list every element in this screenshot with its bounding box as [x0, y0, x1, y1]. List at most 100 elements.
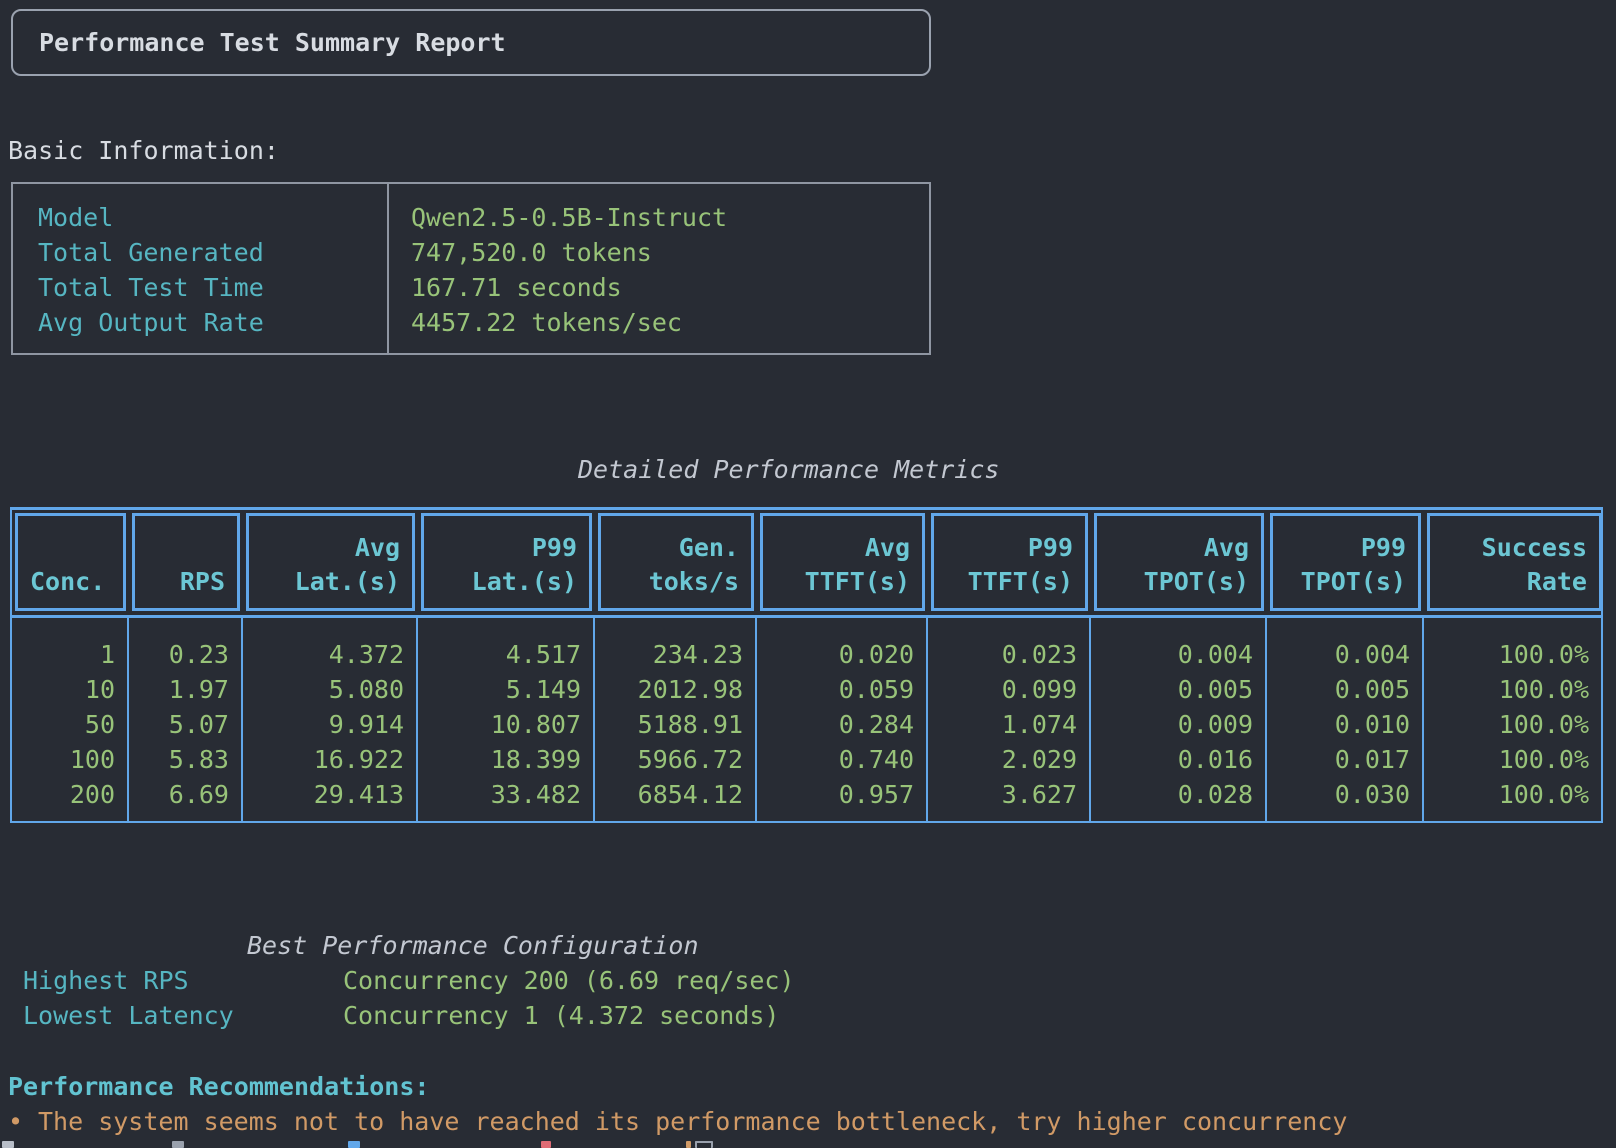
metrics-cell: 0.030 — [1267, 777, 1410, 812]
recommendation-text: The system seems not to have reached its… — [38, 1107, 1347, 1136]
metrics-cell: 100.0% — [1424, 672, 1589, 707]
metrics-cell: 0.010 — [1267, 707, 1410, 742]
recommendation-item: •The system seems not to have reached it… — [8, 1104, 1347, 1139]
metrics-cell: 16.922 — [243, 742, 404, 777]
metrics-column: 0.0040.0050.0090.0160.028 — [1091, 618, 1267, 821]
best-config-row: Lowest LatencyConcurrency 1 (4.372 secon… — [8, 998, 795, 1033]
metrics-column-header: RPS — [132, 513, 240, 611]
metrics-column: 0.0040.0050.0100.0170.030 — [1267, 618, 1424, 821]
metrics-header-label: Rate — [1527, 565, 1587, 599]
metrics-column-header: Conc. — [15, 513, 126, 611]
metrics-cell: 0.23 — [129, 637, 229, 672]
recommendations-heading: Performance Recommendations: — [8, 1069, 429, 1104]
basic-info-value: 167.71 seconds — [411, 270, 929, 305]
metrics-column-header: SuccessRate — [1427, 513, 1602, 611]
metrics-cell: 100.0% — [1424, 742, 1589, 777]
clipped-glyph-top — [686, 1141, 691, 1148]
best-config-label: Highest RPS — [8, 963, 343, 998]
basic-info-label: Total Test Time — [38, 270, 387, 305]
best-config-row: Highest RPSConcurrency 200 (6.69 req/sec… — [8, 963, 795, 998]
metrics-cell: 0.009 — [1091, 707, 1253, 742]
metrics-column: 234.232012.985188.915966.726854.12 — [595, 618, 757, 821]
metrics-header-label: Avg — [865, 531, 910, 565]
metrics-header-label: P99 — [1361, 531, 1406, 565]
metrics-cell: 5966.72 — [595, 742, 743, 777]
metrics-table: Conc.RPSAvgLat.(s)P99Lat.(s)Gen.toks/sAv… — [10, 507, 1603, 823]
basic-info-label: Total Generated — [38, 235, 387, 270]
metrics-header-label: Lat.(s) — [295, 565, 400, 599]
metrics-cell: 33.482 — [418, 777, 581, 812]
metrics-cell: 0.017 — [1267, 742, 1410, 777]
basic-info-value-column: Qwen2.5-0.5B-Instruct747,520.0 tokens167… — [389, 184, 929, 353]
metrics-cell: 6854.12 — [595, 777, 743, 812]
metrics-header-label: TTFT(s) — [968, 565, 1073, 599]
metrics-cell: 2012.98 — [595, 672, 743, 707]
metrics-header-label: Conc. — [30, 565, 105, 599]
clipped-glyph-top — [695, 1141, 713, 1148]
best-config-table: Highest RPSConcurrency 200 (6.69 req/sec… — [8, 963, 795, 1033]
metrics-cell: 200 — [12, 777, 115, 812]
metrics-cell: 100 — [12, 742, 115, 777]
metrics-column: 100.0%100.0%100.0%100.0%100.0% — [1424, 618, 1601, 821]
metrics-cell: 18.399 — [418, 742, 581, 777]
metrics-cell: 0.028 — [1091, 777, 1253, 812]
metrics-cell: 100.0% — [1424, 637, 1589, 672]
metrics-cell: 0.059 — [757, 672, 914, 707]
metrics-cell: 0.004 — [1091, 637, 1253, 672]
metrics-column-header: P99TTFT(s) — [931, 513, 1088, 611]
metrics-column-header: Gen.toks/s — [598, 513, 754, 611]
metrics-cell: 0.016 — [1091, 742, 1253, 777]
metrics-cell: 5.149 — [418, 672, 581, 707]
metrics-cell: 1.97 — [129, 672, 229, 707]
metrics-cell: 2.029 — [928, 742, 1077, 777]
metrics-column: 0.231.975.075.836.69 — [129, 618, 243, 821]
best-config-label: Lowest Latency — [8, 998, 343, 1033]
metrics-cell: 9.914 — [243, 707, 404, 742]
metrics-column-header: P99Lat.(s) — [421, 513, 592, 611]
metrics-cell: 0.005 — [1267, 672, 1410, 707]
clipped-glyph-top — [172, 1141, 184, 1148]
metrics-cell: 5.07 — [129, 707, 229, 742]
metrics-header-label: Avg — [1204, 531, 1249, 565]
metrics-header-label: RPS — [180, 565, 225, 599]
metrics-cell: 3.627 — [928, 777, 1077, 812]
basic-info-label: Avg Output Rate — [38, 305, 387, 340]
metrics-cell: 0.740 — [757, 742, 914, 777]
metrics-cell: 1 — [12, 637, 115, 672]
metrics-cell: 0.004 — [1267, 637, 1410, 672]
metrics-header-label: Gen. — [679, 531, 739, 565]
metrics-cell: 0.957 — [757, 777, 914, 812]
bullet-icon: • — [8, 1104, 38, 1139]
basic-info-table: ModelTotal GeneratedTotal Test TimeAvg O… — [11, 182, 931, 355]
metrics-cell: 0.284 — [757, 707, 914, 742]
metrics-cell: 0.099 — [928, 672, 1077, 707]
basic-info-value: 4457.22 tokens/sec — [411, 305, 929, 340]
metrics-cell: 100.0% — [1424, 777, 1589, 812]
metrics-cell: 234.23 — [595, 637, 743, 672]
metrics-cell: 50 — [12, 707, 115, 742]
report-title-panel: Performance Test Summary Report — [11, 9, 931, 76]
metrics-cell: 5.83 — [129, 742, 229, 777]
metrics-cell: 100.0% — [1424, 707, 1589, 742]
metrics-cell: 5188.91 — [595, 707, 743, 742]
metrics-column-header: AvgLat.(s) — [246, 513, 415, 611]
metrics-cell: 4.372 — [243, 637, 404, 672]
metrics-table-header-row: Conc.RPSAvgLat.(s)P99Lat.(s)Gen.toks/sAv… — [12, 510, 1601, 613]
metrics-table-title: Detailed Performance Metrics — [578, 452, 999, 487]
clipped-glyph-top — [348, 1141, 360, 1148]
metrics-cell: 10.807 — [418, 707, 581, 742]
metrics-cell: 1.074 — [928, 707, 1077, 742]
metrics-column: 4.3725.0809.91416.92229.413 — [243, 618, 418, 821]
metrics-cell: 6.69 — [129, 777, 229, 812]
metrics-header-label: Lat.(s) — [472, 565, 577, 599]
best-config-value: Concurrency 200 (6.69 req/sec) — [343, 963, 795, 998]
metrics-cell: 4.517 — [418, 637, 581, 672]
metrics-header-label: P99 — [1028, 531, 1073, 565]
metrics-cell: 0.005 — [1091, 672, 1253, 707]
metrics-header-label: toks/s — [649, 565, 739, 599]
metrics-header-label: TPOT(s) — [1301, 565, 1406, 599]
basic-info-heading: Basic Information: — [8, 133, 279, 168]
metrics-column: 4.5175.14910.80718.39933.482 — [418, 618, 595, 821]
metrics-column-header: P99TPOT(s) — [1270, 513, 1421, 611]
metrics-cell: 5.080 — [243, 672, 404, 707]
